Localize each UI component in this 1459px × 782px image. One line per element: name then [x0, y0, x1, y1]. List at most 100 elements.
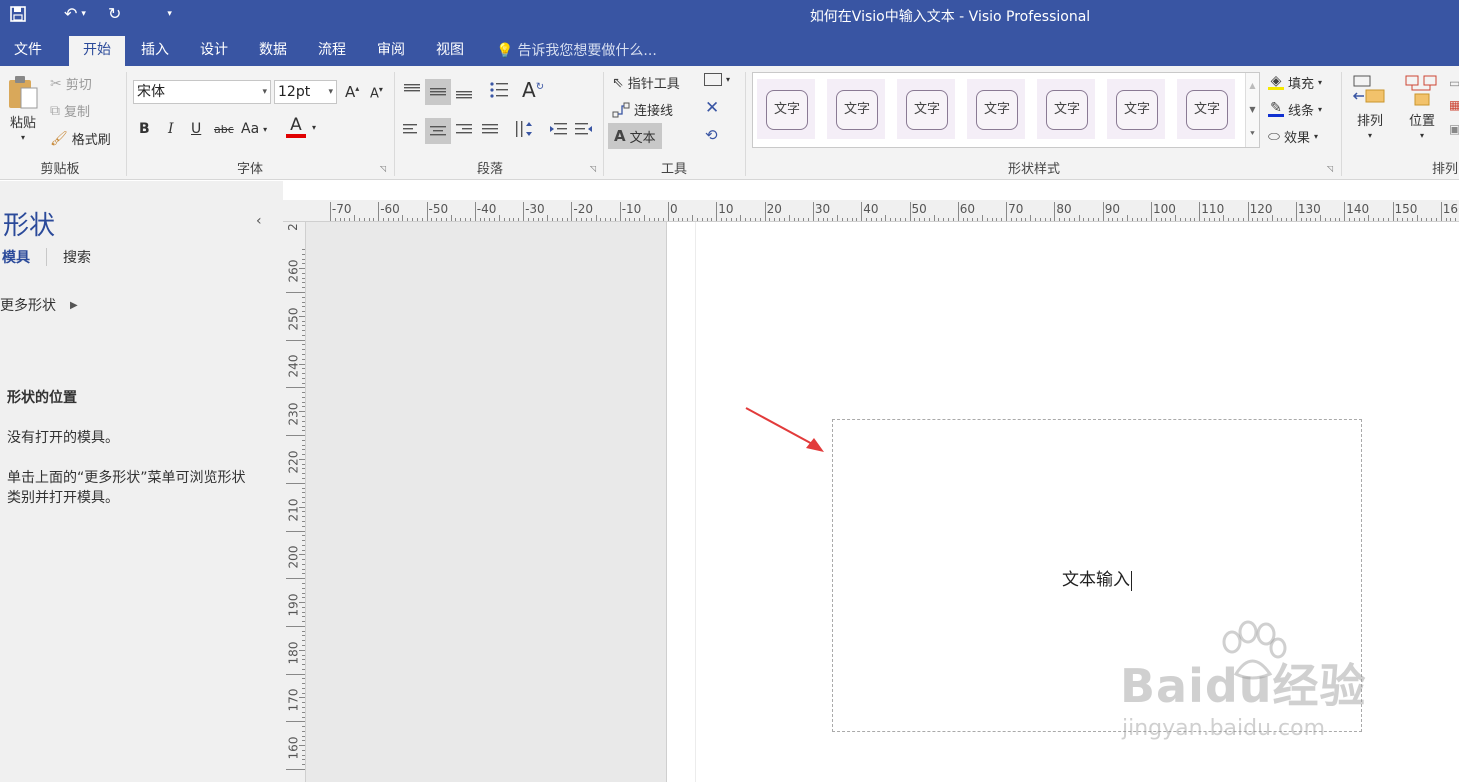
paragraph-spacing-button[interactable]: [514, 119, 536, 139]
font-dialog-launcher-icon[interactable]: ◹: [380, 164, 386, 173]
tab-process[interactable]: 流程: [304, 36, 360, 66]
connector-tool-button[interactable]: 连接线: [612, 100, 673, 119]
font-color-button[interactable]: A: [286, 116, 306, 138]
style-tile[interactable]: 文字: [757, 79, 815, 139]
ruler-tick: [619, 202, 621, 221]
line-button[interactable]: ✎ 线条 ▾: [1268, 100, 1322, 119]
font-name-combo[interactable]: 宋体 ▾: [133, 80, 271, 104]
gallery-scrollbar[interactable]: ▲ ▼ ⯆: [1245, 73, 1259, 147]
text-tool-button[interactable]: A 文本: [608, 123, 662, 149]
position-button[interactable]: 位置 ▾: [1404, 74, 1440, 140]
tab-home[interactable]: 开始: [69, 36, 125, 66]
ruler-label: 150: [1394, 202, 1418, 216]
paragraph-spacing-icon: [516, 121, 532, 137]
align-shapes-icon[interactable]: ▭: [1449, 76, 1459, 90]
rectangle-dropdown-icon: ▾: [726, 75, 731, 84]
italic-button[interactable]: I: [168, 121, 174, 137]
cut-button[interactable]: ✂ 剪切: [50, 74, 92, 94]
ruler-label: 190: [286, 593, 301, 617]
ribbon: 粘贴 ▾ ✂ 剪切 ⧉ 复制 🖌 格式刷 剪贴板 宋体 ▾ 12pt ▾ A▴ …: [0, 66, 1459, 180]
effects-icon: ⬭: [1268, 128, 1280, 145]
strikethrough-button[interactable]: abc: [214, 123, 234, 136]
ruler-label: -70: [331, 202, 352, 216]
ruler-tick: [286, 387, 305, 389]
ruler-minor-tick: [1368, 215, 1370, 221]
connection-point-icon[interactable]: ⟲: [705, 126, 718, 144]
ruler-tick: [286, 530, 305, 532]
change-case-button[interactable]: Aa ▾: [241, 121, 267, 137]
group-shapes-icon[interactable]: ▦: [1449, 98, 1459, 112]
size-shapes-icon[interactable]: ▣: [1449, 122, 1459, 136]
bullets-button[interactable]: [488, 80, 510, 100]
paste-button[interactable]: 粘贴 ▾: [6, 74, 40, 142]
align-middle-button[interactable]: [425, 79, 451, 105]
effects-button[interactable]: ⬭ 效果 ▾: [1268, 127, 1318, 147]
ruler-minor-tick: [498, 215, 500, 221]
tab-data[interactable]: 数据: [245, 36, 301, 66]
grow-font-button[interactable]: A▴: [345, 83, 359, 101]
horizontal-ruler[interactable]: -70 -60 -50 -40 -30 -20 -10 0 10 20 30 40 50 60 70 80 90…: [306, 200, 1459, 222]
ruler-minor-tick: [1078, 215, 1080, 221]
align-right-button[interactable]: [455, 121, 473, 137]
tell-me-box[interactable]: 💡 告诉我您想要做什么...: [496, 36, 657, 66]
ruler-label: -20: [573, 202, 593, 216]
font-size-combo[interactable]: 12pt ▾: [274, 80, 337, 104]
tab-view[interactable]: 视图: [422, 36, 478, 66]
pointer-tool-button[interactable]: ⇖ 指针工具: [612, 73, 680, 93]
tab-review[interactable]: 审阅: [363, 36, 419, 66]
rectangle-icon: [704, 73, 722, 86]
format-painter-button[interactable]: 🖌 格式刷: [50, 129, 111, 149]
tab-insert[interactable]: 插入: [127, 36, 183, 66]
justify-button[interactable]: [481, 121, 499, 137]
rectangle-tool-button[interactable]: ▾: [704, 73, 730, 86]
style-tile[interactable]: 文字: [1107, 79, 1165, 139]
ruler-tick: [286, 482, 305, 484]
shape-styles-dialog-launcher-icon[interactable]: ◹: [1327, 164, 1333, 173]
gallery-up-icon[interactable]: ▲: [1249, 81, 1255, 90]
fill-button[interactable]: ◈ 填充 ▾: [1268, 73, 1322, 92]
underline-button[interactable]: U: [191, 121, 201, 137]
font-color-dropdown-icon[interactable]: ▾: [312, 123, 316, 132]
style-tile[interactable]: 文字: [1037, 79, 1095, 139]
align-top-button[interactable]: [402, 82, 422, 98]
style-tile[interactable]: 文字: [827, 79, 885, 139]
paragraph-dialog-launcher-icon[interactable]: ◹: [590, 164, 596, 173]
pointer-icon: ⇖: [612, 74, 624, 91]
ruler-tick: [286, 769, 305, 770]
shrink-font-button[interactable]: A▾: [370, 85, 383, 101]
tab-design[interactable]: 设计: [186, 36, 242, 66]
ruler-tick: [1102, 202, 1104, 221]
text-shape-content[interactable]: 文本输入: [833, 565, 1361, 591]
ruler-label: 160: [286, 736, 301, 760]
ruler-corner: [283, 200, 306, 222]
vertical-ruler[interactable]: 2 260 250 240 230 220 210 200 190 180 170 160: [283, 222, 306, 782]
tell-me-placeholder: 告诉我您想要做什么...: [517, 43, 657, 59]
align-center-button[interactable]: [425, 118, 451, 144]
delete-connection-icon[interactable]: ✕: [705, 98, 719, 118]
text-direction-button[interactable]: A↻: [522, 78, 544, 102]
tab-file[interactable]: 文件: [0, 36, 56, 66]
ruler-label: 100: [1153, 202, 1176, 216]
collapse-panel-icon[interactable]: ‹: [256, 213, 262, 229]
style-tile[interactable]: 文字: [1177, 79, 1235, 139]
bold-button[interactable]: B: [139, 121, 150, 137]
align-left-button[interactable]: [402, 121, 420, 137]
style-tile[interactable]: 文字: [897, 79, 955, 139]
gallery-more-icon[interactable]: ⯆: [1249, 129, 1255, 139]
more-shapes-menu[interactable]: 更多形状 ▶: [0, 295, 78, 315]
tab-stencils[interactable]: 模具: [2, 247, 30, 267]
arrange-button[interactable]: 排列 ▾: [1352, 74, 1388, 140]
increase-indent-button[interactable]: [574, 121, 594, 137]
align-bottom-button[interactable]: [454, 84, 474, 100]
ruler-label: 30: [814, 202, 831, 216]
ruler-tick: [571, 202, 573, 221]
copy-button[interactable]: ⧉ 复制: [50, 101, 90, 121]
gallery-down-icon[interactable]: ▼: [1249, 105, 1255, 114]
style-tile[interactable]: 文字: [967, 79, 1025, 139]
ruler-minor-tick: [299, 315, 305, 317]
ruler-label: -30: [525, 202, 545, 216]
decrease-indent-button[interactable]: [548, 121, 568, 137]
copy-icon: ⧉: [50, 102, 60, 119]
tab-search[interactable]: 搜索: [63, 247, 91, 267]
ruler-label: 70: [1008, 202, 1024, 216]
